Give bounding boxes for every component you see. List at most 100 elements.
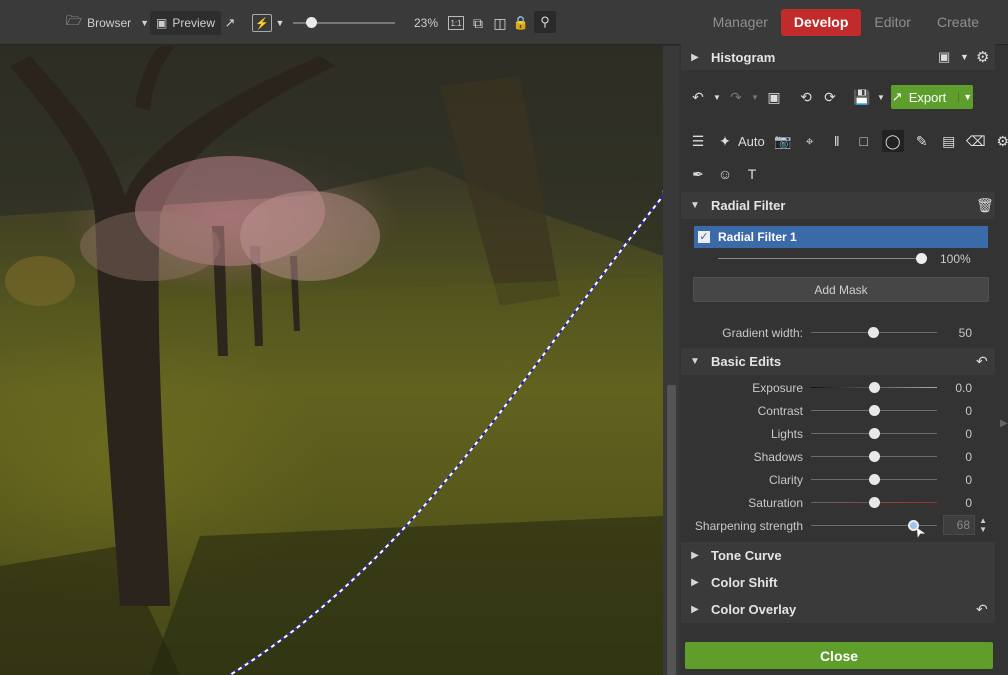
compare-icon[interactable]: ◫ — [493, 11, 507, 35]
rotate-left-icon[interactable]: ⟲ — [797, 88, 815, 106]
history-toolbar: ↶ ▼ ↷ ▼ ▣ ⟲ ⟳ 💾 ▼ — [681, 82, 885, 112]
color-overlay-section[interactable]: ▶ Color Overlay ↶ — [681, 596, 995, 623]
auto-button[interactable]: Auto — [738, 134, 765, 149]
top-toolbar: 🗁 Browser ▼ ▣ Preview ↗ ⚡ ▼ 23% 1:1 ⧉ ◫ … — [0, 0, 1008, 45]
radial-filter-section[interactable]: ▼ Radial Filter 🗑 — [681, 192, 995, 219]
rotate-right-icon[interactable]: ⟳ — [821, 88, 839, 106]
flash-dropdown-icon[interactable]: ▼ — [275, 11, 285, 35]
tab-editor[interactable]: Editor — [861, 9, 924, 36]
zoom-slider[interactable] — [293, 17, 395, 28]
zoom-1to1-button[interactable]: 1:1 — [448, 16, 464, 30]
export-button[interactable]: ↗ Export ▼ — [891, 85, 973, 109]
settings-icon[interactable]: ⚙ — [994, 132, 1008, 150]
filter-list-item[interactable]: ✓ Radial Filter 1 — [694, 226, 988, 248]
gradient-width-row: Gradient width: 50 — [681, 322, 995, 344]
redo-dropdown-icon[interactable]: ▼ — [751, 88, 759, 106]
face-icon[interactable]: ☺ — [716, 165, 734, 183]
opacity-slider-track[interactable] — [718, 258, 926, 259]
edit-value: 0 — [965, 404, 972, 418]
pen-icon[interactable]: ✒ — [689, 165, 707, 183]
collapse-arrow-icon[interactable]: ▼ — [685, 200, 705, 211]
edit-slider-knob[interactable] — [868, 382, 880, 393]
edit-row-saturation: Saturation 0 — [681, 492, 995, 514]
browser-button[interactable]: 🗁 Browser ▼ — [66, 11, 149, 35]
expand-arrow-icon[interactable]: ▶ — [685, 577, 705, 588]
reset-icon[interactable]: ↶ — [976, 601, 988, 618]
collapse-arrow-icon[interactable]: ▼ — [685, 356, 705, 367]
tone-curve-section[interactable]: ▶ Tone Curve — [681, 542, 995, 569]
photo-canvas[interactable] — [0, 46, 663, 675]
eraser-icon[interactable]: ⌫ — [966, 132, 986, 150]
close-button[interactable]: Close — [685, 642, 993, 669]
edit-row-clarity: Clarity 0 — [681, 469, 995, 491]
brush-icon[interactable]: ✎ — [913, 132, 931, 150]
edit-slider-knob[interactable] — [868, 405, 880, 416]
flash-icon[interactable]: ⚡ — [252, 14, 272, 32]
edit-slider-knob[interactable] — [868, 474, 880, 485]
reset-icon[interactable]: ↶ — [976, 353, 988, 370]
straighten-icon[interactable]: □ — [855, 132, 873, 150]
tab-create[interactable]: Create — [924, 9, 1008, 36]
edit-label: Lights — [770, 427, 803, 441]
redo-icon[interactable]: ↷ — [727, 88, 745, 106]
color-shift-label: Color Shift — [711, 575, 778, 590]
export-dropdown-icon[interactable]: ▼ — [958, 92, 972, 102]
edit-slider-knob[interactable] — [868, 451, 880, 462]
auto-wand-icon[interactable]: ✦ — [716, 132, 734, 150]
add-mask-button[interactable]: Add Mask — [693, 277, 989, 302]
save-icon[interactable]: 💾 — [853, 88, 871, 106]
navigator-icon[interactable]: ⚲ — [534, 11, 556, 33]
export-icon: ↗ — [891, 89, 903, 104]
expand-arrow-icon[interactable]: ▶ — [685, 550, 705, 561]
filter-checkbox[interactable]: ✓ — [698, 231, 710, 243]
expand-arrow-icon[interactable]: ▶ — [685, 52, 705, 63]
crop-icon[interactable]: ⌖ — [801, 132, 819, 150]
gear-icon[interactable]: ⚙ — [976, 48, 989, 66]
lock-icon[interactable]: 🔒 — [513, 11, 529, 35]
export-label: Export — [908, 89, 947, 105]
sharpening-value-field[interactable]: 68 — [943, 515, 975, 535]
tab-develop[interactable]: Develop — [780, 9, 862, 36]
opacity-slider-knob[interactable] — [916, 253, 927, 264]
camera-view-icon[interactable]: ▣ — [938, 49, 950, 65]
basic-edits-label: Basic Edits — [711, 354, 782, 369]
fit-screen-icon[interactable]: ⧉ — [470, 11, 486, 35]
histogram-section[interactable]: ▶ Histogram ▣ ▼ ⚙ — [681, 44, 995, 70]
text-icon[interactable]: T — [743, 165, 761, 183]
camera-icon[interactable]: 📷 — [774, 132, 792, 150]
stepper-icon[interactable]: ▲ ▼ — [979, 516, 987, 534]
external-window-icon[interactable]: ↗ — [222, 11, 238, 35]
edit-row-contrast: Contrast 0 — [681, 400, 995, 422]
basic-edits-section[interactable]: ▼ Basic Edits ↶ — [681, 348, 995, 375]
photo-illustration — [0, 46, 663, 675]
trash-icon[interactable]: 🗑 — [976, 197, 994, 214]
adjustments-icon[interactable]: ☰ — [689, 132, 707, 150]
tab-manager[interactable]: Manager — [700, 9, 781, 36]
scrollbar-thumb[interactable] — [667, 385, 676, 675]
edit-value: 0 — [965, 427, 972, 441]
edit-slider-knob[interactable] — [868, 497, 880, 508]
perspective-icon[interactable]: ‖ — [828, 132, 846, 150]
preview-button[interactable]: ▣ Preview — [150, 11, 222, 35]
edit-slider-knob[interactable] — [868, 428, 880, 439]
tool-icons-row-2: ✒ ☺ T — [681, 159, 761, 189]
histogram-dropdown-icon[interactable]: ▼ — [960, 52, 969, 62]
color-shift-section[interactable]: ▶ Color Shift — [681, 569, 995, 596]
radial-filter-icon[interactable]: ◯ — [881, 130, 904, 152]
save-dropdown-icon[interactable]: ▼ — [877, 88, 885, 106]
edit-row-exposure: Exposure 0.0 — [681, 377, 995, 399]
expand-arrow-icon[interactable]: ▶ — [685, 604, 705, 615]
edit-value: 0.0 — [955, 381, 972, 395]
undo-dropdown-icon[interactable]: ▼ — [713, 88, 721, 106]
edit-label: Sharpening strength — [694, 519, 803, 533]
image-icon[interactable]: ▣ — [765, 88, 783, 106]
edit-slider-knob[interactable] — [907, 520, 919, 531]
zoom-slider-knob[interactable] — [306, 17, 317, 28]
gradient-width-knob[interactable] — [868, 327, 879, 338]
edit-label: Contrast — [757, 404, 803, 418]
filter-item-label: Radial Filter 1 — [718, 230, 797, 244]
panel-collapse-icon[interactable]: ▶ — [1000, 418, 1008, 429]
gradient-icon[interactable]: ▤ — [940, 132, 958, 150]
chevron-down-icon[interactable]: ▼ — [140, 18, 149, 28]
undo-icon[interactable]: ↶ — [689, 88, 707, 106]
